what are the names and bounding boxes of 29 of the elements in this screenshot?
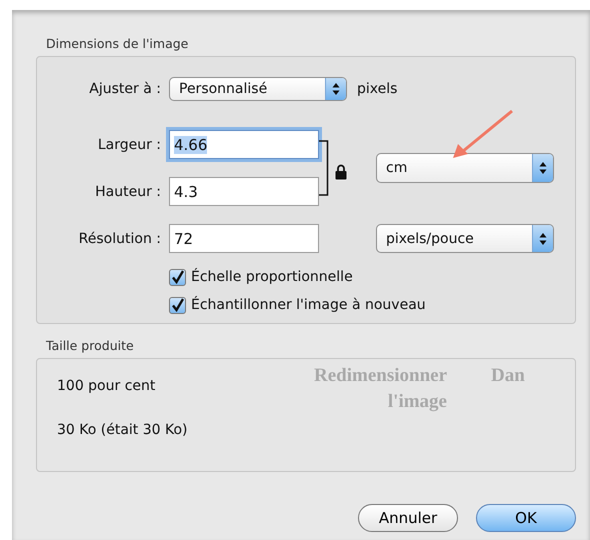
checkbox[interactable]	[169, 268, 186, 286]
checkbox-label[interactable]: Échelle proportionnelle	[191, 269, 353, 285]
stepper-icon	[325, 78, 346, 100]
annotation-arrow	[450, 108, 516, 160]
dialog-button[interactable]: OK	[476, 504, 576, 532]
background-text: Dan	[491, 364, 525, 388]
unit-label: pixels	[357, 81, 398, 97]
stepper-icon	[532, 154, 553, 182]
field-label: Largeur :	[96, 136, 162, 152]
result-text: 100 pour cent	[57, 377, 156, 396]
checkbox[interactable]	[169, 296, 186, 314]
field-label: Résolution :	[78, 230, 162, 246]
background-text: Redimensionner l'image	[313, 364, 447, 414]
result-text: 30 Ko (était 30 Ko)	[57, 421, 188, 440]
checkbox-label[interactable]: Échantillonner l'image à nouveau	[191, 297, 426, 313]
bracket-line	[319, 140, 329, 196]
dialog-button[interactable]: Annuler	[358, 504, 458, 532]
fit-popup[interactable]: Personnalisé	[169, 77, 347, 101]
group-title: Dimensions de l'image	[45, 36, 190, 53]
input-field[interactable]: 4.66	[169, 130, 319, 159]
input-field[interactable]: 72	[169, 224, 319, 253]
unit-popup[interactable]: cm	[376, 153, 554, 183]
input-field[interactable]: 4.3	[169, 177, 319, 206]
fit-label: Ajuster à :	[88, 81, 162, 97]
lock-icon[interactable]	[335, 164, 347, 180]
stepper-icon	[532, 225, 553, 252]
unit-popup[interactable]: pixels/pouce	[376, 224, 554, 253]
field-label: Hauteur :	[94, 184, 162, 200]
group-title: Taille produite	[45, 338, 135, 355]
